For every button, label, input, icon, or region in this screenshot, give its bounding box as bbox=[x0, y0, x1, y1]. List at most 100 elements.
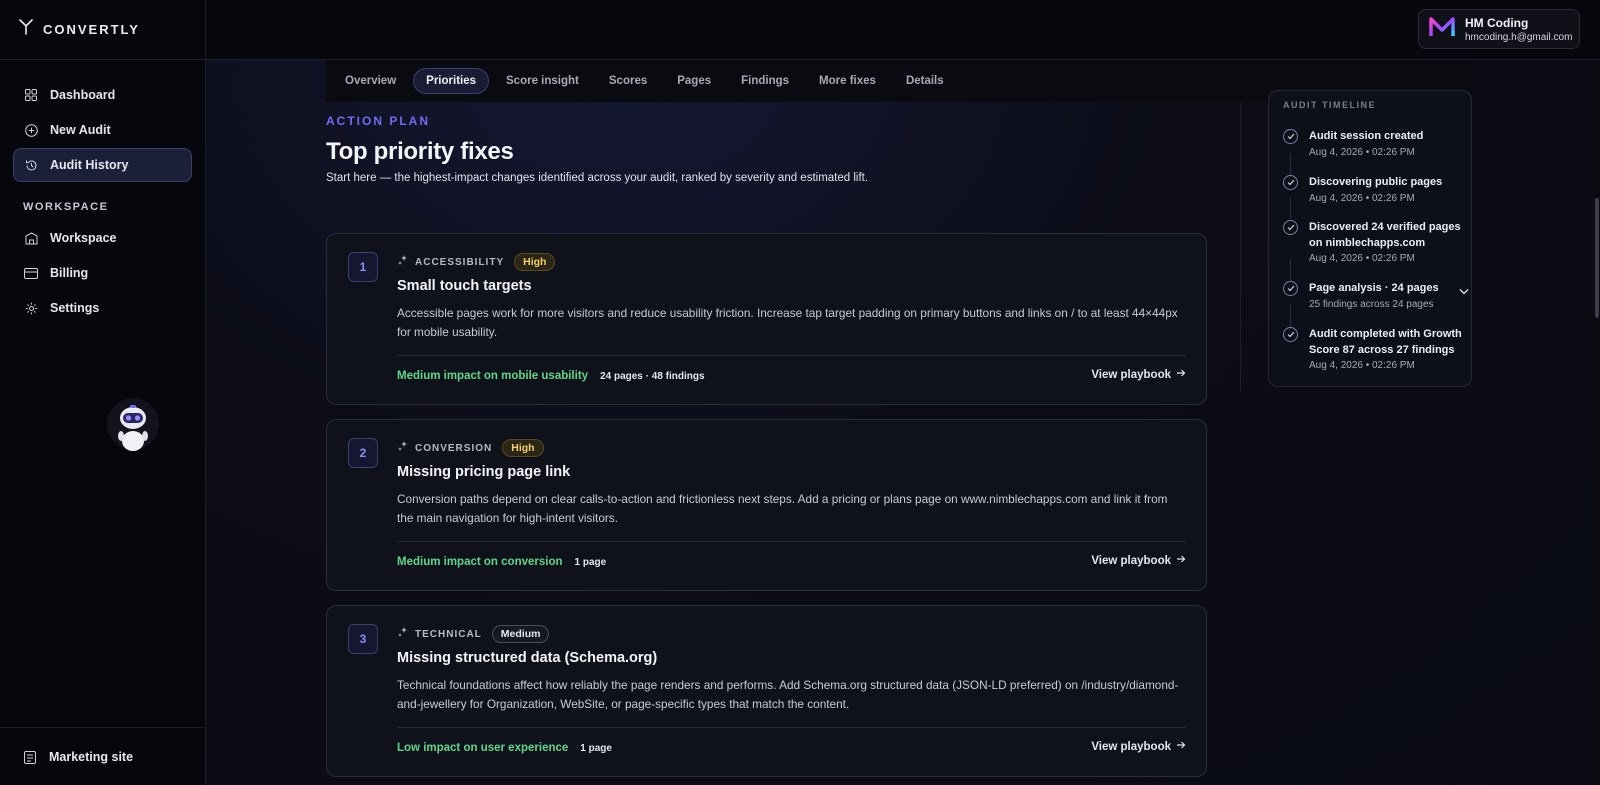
priority-number: 2 bbox=[348, 438, 378, 468]
top-header: HM Coding hmcoding.h@gmail.com bbox=[206, 0, 1600, 60]
column-divider bbox=[1240, 102, 1241, 392]
brand[interactable]: CONVERTLY bbox=[0, 0, 205, 60]
card-meta: ACCESSIBILITY High bbox=[397, 253, 556, 271]
priority-card: 1 ACCESSIBILITY High Small touch targets… bbox=[326, 233, 1207, 405]
history-icon bbox=[24, 158, 38, 172]
priority-number: 1 bbox=[348, 252, 378, 282]
card-title: Missing pricing page link bbox=[397, 464, 571, 480]
view-playbook-link[interactable]: View playbook bbox=[1091, 740, 1186, 753]
scrollbar[interactable] bbox=[1594, 60, 1600, 785]
tab-pages[interactable]: Pages bbox=[664, 68, 724, 94]
counts-label: 1 page bbox=[580, 742, 612, 754]
card-footer: Low impact on user experience 1 page bbox=[397, 742, 612, 754]
counts-label: 24 pages · 48 findings bbox=[600, 370, 705, 382]
user-info: HM Coding hmcoding.h@gmail.com bbox=[1465, 16, 1572, 43]
category-label: CONVERSION bbox=[415, 442, 493, 454]
card-footer: Medium impact on mobile usability 24 pag… bbox=[397, 370, 705, 382]
sidebar-item-label: Settings bbox=[50, 301, 100, 315]
workspace-section-label: WORKSPACE bbox=[23, 201, 109, 213]
severity-badge: High bbox=[502, 439, 544, 457]
timeline-item: Discovering public pages Aug 4, 2026 • 0… bbox=[1283, 175, 1463, 204]
sidebar-item-label: Marketing site bbox=[49, 749, 134, 764]
check-circle-icon bbox=[1283, 220, 1298, 235]
tab-details[interactable]: Details bbox=[893, 68, 957, 94]
timeline-time: Aug 4, 2026 • 02:26 PM bbox=[1309, 360, 1415, 371]
gear-icon bbox=[24, 301, 38, 315]
sidebar-item-settings[interactable]: Settings bbox=[13, 291, 192, 325]
sidebar-item-new-audit[interactable]: New Audit bbox=[13, 113, 192, 147]
main-content: Overview Priorities Score insight Scores… bbox=[206, 60, 1600, 785]
divider bbox=[397, 727, 1186, 728]
view-playbook-link[interactable]: View playbook bbox=[1091, 368, 1186, 381]
sidebar-item-workspace[interactable]: Workspace bbox=[13, 221, 192, 255]
tab-more-fixes[interactable]: More fixes bbox=[806, 68, 889, 94]
timeline-title: Audit completed with Growth Score 87 acr… bbox=[1309, 328, 1462, 356]
section-eyebrow: ACTION PLAN bbox=[326, 114, 430, 128]
timeline-time: Aug 4, 2026 • 02:26 PM bbox=[1309, 253, 1415, 264]
priority-card: 3 TECHNICAL Medium Missing structured da… bbox=[326, 605, 1207, 777]
timeline-time: Aug 4, 2026 • 02:26 PM bbox=[1309, 192, 1415, 204]
tab-scores[interactable]: Scores bbox=[596, 68, 660, 94]
sidebar-nav: Dashboard New Audit Audit History WORKSP… bbox=[0, 60, 205, 325]
timeline-title: Discovered 24 verified pages on nimblech… bbox=[1309, 221, 1461, 249]
card-description: Conversion paths depend on clear calls-t… bbox=[397, 492, 1168, 525]
card-footer: Medium impact on conversion 1 page bbox=[397, 556, 606, 568]
priority-card: 2 CONVERSION High Missing pricing page l… bbox=[326, 419, 1207, 591]
scrollbar-thumb[interactable] bbox=[1595, 198, 1599, 318]
avatar bbox=[1429, 16, 1455, 43]
page-subtitle: Start here — the highest-impact changes … bbox=[326, 172, 869, 184]
assistant-robot-icon[interactable] bbox=[106, 396, 160, 462]
sidebar-item-label: Workspace bbox=[50, 231, 117, 245]
view-playbook-link[interactable]: View playbook bbox=[1091, 554, 1186, 567]
user-menu[interactable]: HM Coding hmcoding.h@gmail.com bbox=[1418, 9, 1580, 49]
divider bbox=[397, 541, 1186, 542]
category-label: TECHNICAL bbox=[415, 628, 482, 640]
severity-badge: High bbox=[514, 253, 556, 271]
check-circle-icon bbox=[1283, 327, 1298, 342]
sidebar-item-marketing-site[interactable]: Marketing site bbox=[0, 727, 206, 785]
chevron-down-icon[interactable] bbox=[1459, 282, 1469, 300]
view-playbook-label: View playbook bbox=[1091, 368, 1171, 381]
user-email: hmcoding.h@gmail.com bbox=[1465, 31, 1573, 43]
sidebar-item-audit-history[interactable]: Audit History bbox=[13, 148, 192, 182]
arrow-right-icon bbox=[1176, 740, 1186, 753]
timeline-item-expandable[interactable]: Page analysis · 24 pages 25 findings acr… bbox=[1283, 281, 1469, 310]
brand-name: CONVERTLY bbox=[43, 22, 140, 37]
sparkle-icon bbox=[397, 439, 409, 457]
check-circle-icon bbox=[1283, 175, 1298, 190]
sidebar-item-billing[interactable]: Billing bbox=[13, 256, 192, 290]
priority-number: 3 bbox=[348, 624, 378, 654]
timeline-item: Audit completed with Growth Score 87 acr… bbox=[1283, 327, 1463, 371]
sparkle-icon bbox=[397, 625, 409, 643]
impact-label: Medium impact on mobile usability bbox=[397, 370, 589, 382]
timeline-title: Audit session created bbox=[1309, 130, 1424, 142]
timeline-heading: AUDIT TIMELINE bbox=[1283, 100, 1376, 110]
counts-label: 1 page bbox=[574, 556, 607, 568]
sidebar-item-dashboard[interactable]: Dashboard bbox=[13, 78, 192, 112]
card-description: Technical foundations affect how reliabl… bbox=[397, 678, 1179, 711]
credit-card-icon bbox=[24, 266, 38, 280]
tab-overview[interactable]: Overview bbox=[332, 68, 409, 94]
tab-score-insight[interactable]: Score insight bbox=[493, 68, 592, 94]
impact-label: Low impact on user experience bbox=[397, 742, 569, 754]
arrow-right-icon bbox=[1176, 368, 1186, 381]
tab-priorities[interactable]: Priorities bbox=[413, 68, 490, 94]
timeline-title: Discovering public pages bbox=[1309, 176, 1443, 188]
sparkle-icon bbox=[397, 253, 409, 271]
severity-badge: Medium bbox=[491, 625, 550, 643]
timeline-item: Audit session created Aug 4, 2026 • 02:2… bbox=[1283, 129, 1463, 158]
category-label: ACCESSIBILITY bbox=[415, 256, 505, 268]
sidebar: CONVERTLY Dashboard New Audit Audit Hist… bbox=[0, 0, 206, 785]
timeline-time: 25 findings across 24 pages bbox=[1309, 298, 1434, 310]
check-circle-icon bbox=[1283, 281, 1298, 296]
plus-circle-icon bbox=[24, 123, 38, 137]
card-description: Accessible pages work for more visitors … bbox=[397, 306, 1178, 339]
sidebar-item-label: Billing bbox=[50, 266, 89, 280]
sidebar-item-label: Audit History bbox=[50, 158, 129, 172]
tab-findings[interactable]: Findings bbox=[728, 68, 802, 94]
clipboard-icon bbox=[23, 750, 37, 764]
building-icon bbox=[24, 231, 38, 245]
audit-timeline: AUDIT TIMELINE Audit session created Aug… bbox=[1268, 90, 1472, 387]
card-title: Small touch targets bbox=[397, 278, 532, 294]
card-meta: CONVERSION High bbox=[397, 439, 544, 457]
